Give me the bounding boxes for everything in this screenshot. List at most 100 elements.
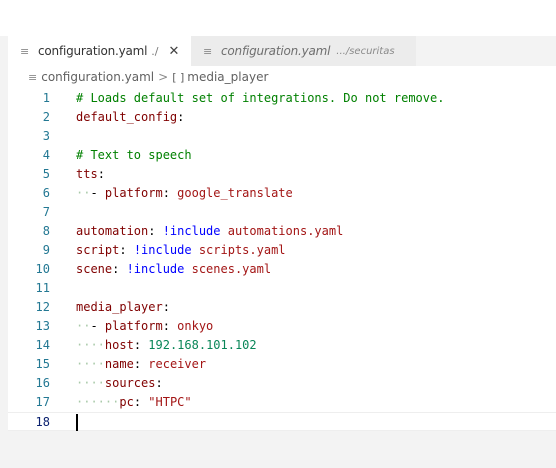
code-token: !include bbox=[126, 262, 185, 276]
code-token: scripts.yaml bbox=[191, 243, 286, 257]
code-token: platform bbox=[104, 319, 163, 333]
tab-path-flag: ./ bbox=[151, 44, 159, 58]
line-text: ······pc: "HTPC" bbox=[76, 393, 192, 412]
code-token: : bbox=[119, 243, 134, 257]
line-number: 7 bbox=[42, 205, 50, 219]
line-number: 18 bbox=[35, 415, 50, 429]
code-token: !include bbox=[133, 243, 192, 257]
code-area[interactable]: 1 # Loads default set of integrations. Do… bbox=[8, 89, 556, 431]
code-token: "HTPC" bbox=[148, 395, 192, 409]
code-line[interactable]: 18 bbox=[8, 412, 556, 431]
line-number: 4 bbox=[42, 148, 50, 162]
line-text: ····host: 192.168.101.102 bbox=[76, 336, 257, 355]
code-line[interactable]: 3 bbox=[8, 127, 556, 146]
code-line[interactable]: 7 bbox=[8, 203, 556, 222]
code-token: : bbox=[162, 300, 170, 314]
line-number: 6 bbox=[42, 186, 50, 200]
activity-gutter bbox=[0, 36, 8, 468]
code-token: : bbox=[133, 338, 149, 352]
code-token: host bbox=[104, 338, 134, 352]
code-token: - bbox=[90, 186, 105, 200]
code-token: sources bbox=[104, 376, 156, 390]
line-text: tts: bbox=[76, 165, 105, 184]
code-line[interactable]: 13 ··- platform: onkyo bbox=[8, 317, 556, 336]
line-text: automation: !include automations.yaml bbox=[76, 222, 343, 241]
indent-guide: ···· bbox=[76, 338, 105, 352]
code-token: platform bbox=[104, 186, 163, 200]
code-line[interactable]: 11 bbox=[8, 279, 556, 298]
code-token: automation bbox=[76, 224, 149, 238]
line-number: 15 bbox=[35, 357, 50, 371]
code-line[interactable]: 10 scene: !include scenes.yaml bbox=[8, 260, 556, 279]
indent-guide: ······ bbox=[76, 395, 120, 409]
tab-description: .../securitas bbox=[336, 45, 395, 57]
line-text: # Text to speech bbox=[76, 146, 192, 165]
code-token: scenes.yaml bbox=[184, 262, 272, 276]
editor-panel: ≡ configuration.yaml ./ ✕ ≡ configuratio… bbox=[8, 36, 556, 431]
line-number: 12 bbox=[35, 300, 50, 314]
line-number: 11 bbox=[35, 281, 50, 295]
code-token: onkyo bbox=[177, 319, 214, 333]
code-token: media_player bbox=[76, 300, 163, 314]
code-line[interactable]: 6 ··- platform: google_translate bbox=[8, 184, 556, 203]
code-line[interactable]: 12 media_player: bbox=[8, 298, 556, 317]
code-line[interactable]: 14 ····host: 192.168.101.102 bbox=[8, 336, 556, 355]
text-cursor bbox=[76, 414, 78, 431]
tab-configuration-yaml-securitas[interactable]: ≡ configuration.yaml .../securitas bbox=[191, 36, 416, 66]
indent-guide: ·· bbox=[76, 186, 91, 200]
line-text: default_config: bbox=[76, 108, 184, 127]
line-number: 2 bbox=[42, 110, 50, 124]
line-text: ····name: receiver bbox=[76, 355, 206, 374]
code-token: default_config bbox=[76, 110, 178, 124]
code-line[interactable]: 2 default_config: bbox=[8, 108, 556, 127]
indent-guide: ···· bbox=[76, 376, 105, 390]
line-text: ··- platform: google_translate bbox=[76, 184, 293, 203]
breadcrumb: ≡ configuration.yaml > [ ] media_player bbox=[8, 66, 556, 88]
window-top-area bbox=[0, 0, 556, 36]
editor-tabbar: ≡ configuration.yaml ./ ✕ ≡ configuratio… bbox=[8, 36, 556, 66]
breadcrumb-symbol[interactable]: media_player bbox=[187, 70, 268, 84]
tab-label: configuration.yaml bbox=[38, 44, 148, 58]
chevron-right-icon: > bbox=[158, 70, 169, 84]
line-number: 3 bbox=[42, 129, 50, 143]
line-number: 5 bbox=[42, 167, 50, 181]
code-token: pc bbox=[119, 395, 134, 409]
file-lines-icon: ≡ bbox=[28, 70, 38, 84]
line-text: # Loads default set of integrations. Do … bbox=[76, 89, 444, 108]
line-number: 13 bbox=[35, 319, 50, 333]
tab-configuration-yaml-active[interactable]: ≡ configuration.yaml ./ ✕ bbox=[8, 36, 191, 66]
code-token: automations.yaml bbox=[220, 224, 344, 238]
breadcrumb-file[interactable]: configuration.yaml bbox=[41, 70, 154, 84]
code-token: google_translate bbox=[177, 186, 293, 200]
code-token: # Text to speech bbox=[76, 148, 192, 162]
code-token: : bbox=[177, 110, 185, 124]
code-token: tts bbox=[76, 167, 98, 181]
line-text: scene: !include scenes.yaml bbox=[76, 260, 271, 279]
code-line[interactable]: 5 tts: bbox=[8, 165, 556, 184]
code-line[interactable]: 17 ······pc: "HTPC" bbox=[8, 393, 556, 412]
code-token: : bbox=[133, 357, 149, 371]
file-lines-icon: ≡ bbox=[203, 44, 213, 58]
code-line[interactable]: 16 ····sources: bbox=[8, 374, 556, 393]
file-lines-icon: ≡ bbox=[20, 44, 30, 58]
line-text: ····sources: bbox=[76, 374, 163, 393]
code-token: name bbox=[104, 357, 134, 371]
code-line[interactable]: 4 # Text to speech bbox=[8, 146, 556, 165]
code-token: - bbox=[90, 319, 105, 333]
symbol-array-icon: [ ] bbox=[172, 70, 185, 84]
code-line[interactable]: 9 script: !include scripts.yaml bbox=[8, 241, 556, 260]
code-line[interactable]: 1 # Loads default set of integrations. Do… bbox=[8, 89, 556, 108]
line-number: 10 bbox=[35, 262, 50, 276]
line-number: 17 bbox=[35, 395, 50, 409]
code-line[interactable]: 8 automation: !include automations.yaml bbox=[8, 222, 556, 241]
code-token: : bbox=[148, 224, 163, 238]
code-line[interactable]: 15 ····name: receiver bbox=[8, 355, 556, 374]
code-token: : bbox=[162, 319, 178, 333]
code-token: receiver bbox=[148, 357, 207, 371]
code-token: scene bbox=[76, 262, 113, 276]
line-number: 9 bbox=[42, 243, 50, 257]
line-number: 16 bbox=[35, 376, 50, 390]
code-token: : bbox=[155, 376, 163, 390]
line-number: 8 bbox=[42, 224, 50, 238]
close-icon[interactable]: ✕ bbox=[169, 44, 180, 59]
